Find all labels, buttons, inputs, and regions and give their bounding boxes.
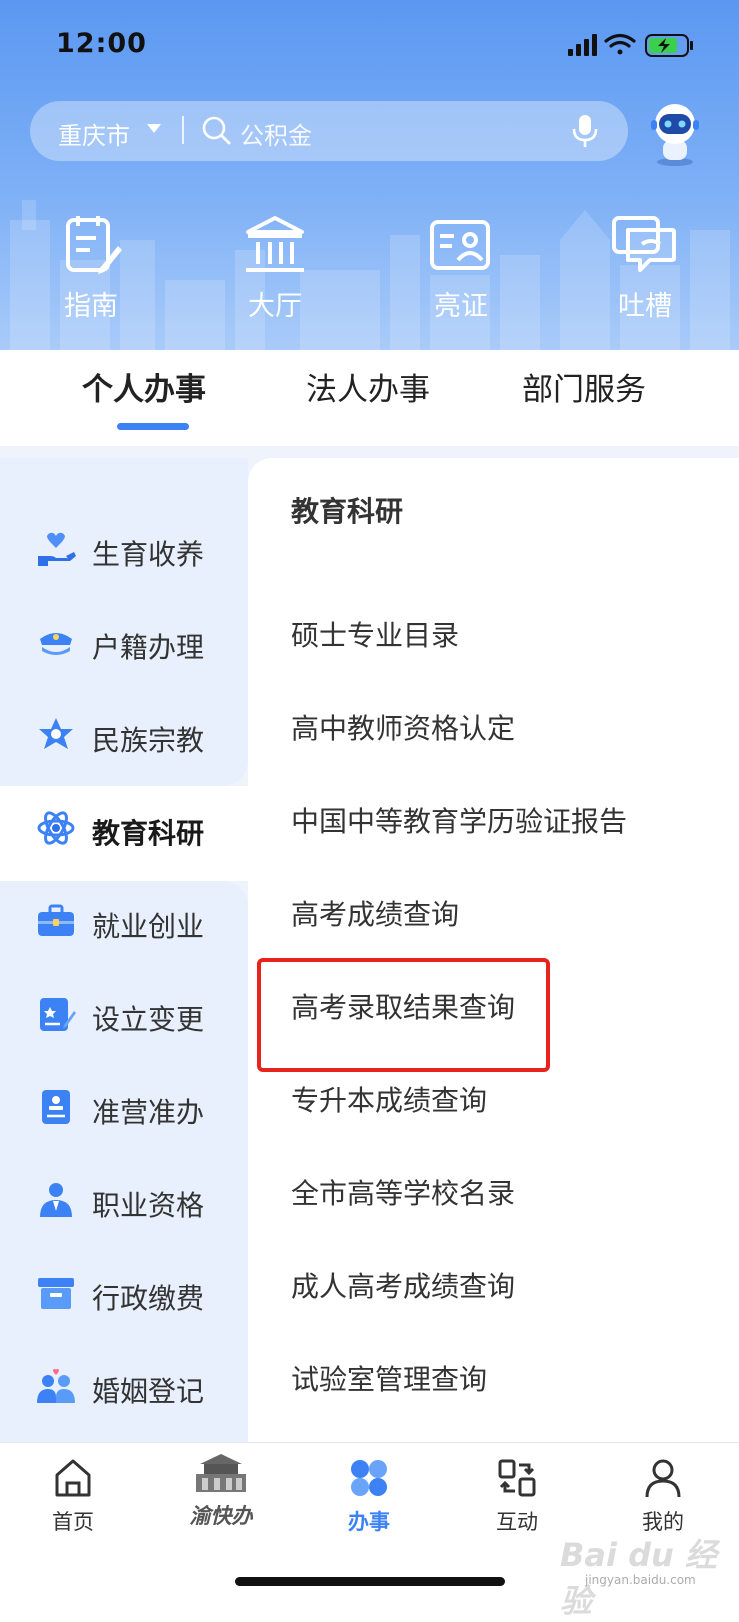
sidebar-bg (0, 881, 248, 1442)
search-icon (202, 116, 231, 145)
nav-label: 渝快办 (189, 1504, 253, 1528)
search-divider (182, 116, 184, 144)
assistant-robot-icon[interactable] (645, 100, 705, 166)
nav-interact[interactable] (497, 1457, 537, 1499)
sidebar-item-ethnic-religion[interactable]: 民族宗教 (0, 710, 248, 760)
quick-action-label: 亮证 (434, 291, 488, 322)
couple-icon (37, 1368, 75, 1403)
nav-services[interactable] (349, 1457, 389, 1499)
sidebar-item-label: 行政缴费 (92, 1282, 205, 1315)
nav-label: 首页 (52, 1510, 94, 1534)
professional-person-icon (40, 1183, 72, 1217)
service-item[interactable]: 高考成绩查询 (291, 893, 459, 933)
microphone-icon[interactable] (571, 113, 599, 149)
tab-department[interactable]: 部门服务 (522, 364, 646, 409)
service-item[interactable]: 试验室管理查询 (291, 1358, 487, 1398)
interact-icon (498, 1459, 536, 1497)
tab-personal[interactable]: 个人办事 (82, 364, 206, 409)
highlight-annotation-box (257, 958, 550, 1072)
guide-icon (66, 216, 122, 274)
sidebar-item-employment[interactable]: 就业创业 (0, 896, 248, 946)
nav-label: 办事 (348, 1510, 390, 1534)
hand-heart-icon (38, 532, 76, 566)
profile-icon (645, 1459, 681, 1498)
signal-icon (568, 34, 597, 56)
home-icon (55, 1459, 91, 1497)
sidebar-item-label: 设立变更 (92, 1003, 205, 1036)
sidebar-item-marriage[interactable]: 婚姻登记 (0, 1361, 248, 1411)
watermark-url: jingyan.baidu.com (585, 1573, 696, 1587)
quick-action-label: 吐槽 (618, 291, 672, 322)
active-tab-indicator (117, 423, 189, 430)
service-item[interactable]: 全市高等学校名录 (291, 1172, 515, 1212)
quick-action-hall[interactable] (240, 214, 310, 282)
sidebar-item-label: 职业资格 (92, 1189, 205, 1222)
quick-action-guide[interactable] (56, 214, 126, 282)
battery-icon (645, 34, 693, 57)
home-indicator (235, 1577, 505, 1586)
sidebar-item-label: 就业创业 (92, 910, 205, 943)
sidebar-item-admin-fees[interactable]: 行政缴费 (0, 1268, 248, 1318)
sidebar-item-permits[interactable]: 准营准办 (0, 1082, 248, 1132)
service-item[interactable]: 高中教师资格认定 (291, 707, 515, 747)
sidebar-item-label: 准营准办 (92, 1096, 205, 1129)
sidebar-item-label: 民族宗教 (92, 724, 205, 757)
briefcase-icon (38, 904, 74, 936)
id-card-icon (430, 220, 490, 270)
nav-profile[interactable] (643, 1457, 683, 1499)
service-item[interactable]: 中国中等教育学历验证报告 (291, 800, 627, 840)
sidebar-item-label: 婚姻登记 (92, 1375, 205, 1408)
sidebar-item-establish-change[interactable]: 设立变更 (0, 989, 248, 1039)
quick-action-feedback[interactable] (610, 214, 680, 282)
atom-icon (37, 811, 75, 845)
sidebar-item-label: 生育收养 (92, 538, 205, 571)
status-time: 12:00 (56, 28, 147, 59)
quick-action-show-id[interactable] (426, 214, 496, 282)
chevron-down-icon[interactable] (147, 124, 161, 134)
quick-action-label: 指南 (64, 291, 118, 322)
service-item[interactable]: 硕士专业目录 (291, 614, 459, 654)
search-input[interactable]: 公积金 (240, 116, 312, 151)
status-icons (568, 33, 693, 57)
quick-action-label: 大厅 (248, 291, 302, 322)
sidebar-item-education-research[interactable]: 教育科研 (0, 803, 248, 853)
sidebar-item-qualifications[interactable]: 职业资格 (0, 1175, 248, 1225)
sidebar-item-label: 户籍办理 (92, 631, 205, 664)
tab-corporate[interactable]: 法人办事 (306, 364, 430, 409)
yukuaiban-logo (196, 1454, 246, 1492)
feedback-icon (612, 216, 676, 272)
nav-label: 互动 (496, 1510, 538, 1534)
star-emblem-icon (39, 718, 73, 749)
permit-document-icon (42, 1090, 70, 1124)
service-item[interactable]: 专升本成绩查询 (291, 1079, 487, 1119)
nav-home[interactable] (53, 1457, 93, 1499)
section-title: 教育科研 (291, 495, 404, 528)
service-item[interactable]: 成人高考成绩查询 (291, 1265, 515, 1305)
edit-document-icon (40, 998, 76, 1031)
police-cap-icon (40, 633, 72, 655)
sidebar-item-birth-adoption[interactable]: 生育收养 (0, 524, 248, 574)
nav-yukuaiban[interactable] (182, 1452, 260, 1500)
sidebar-item-household[interactable]: 户籍办理 (0, 617, 248, 667)
services-grid-icon (351, 1460, 387, 1496)
city-selector[interactable]: 重庆市 (58, 116, 130, 151)
hall-icon (246, 216, 304, 272)
sidebar-item-label: 教育科研 (92, 817, 205, 850)
archive-box-icon (38, 1278, 74, 1309)
wifi-icon (604, 33, 636, 55)
